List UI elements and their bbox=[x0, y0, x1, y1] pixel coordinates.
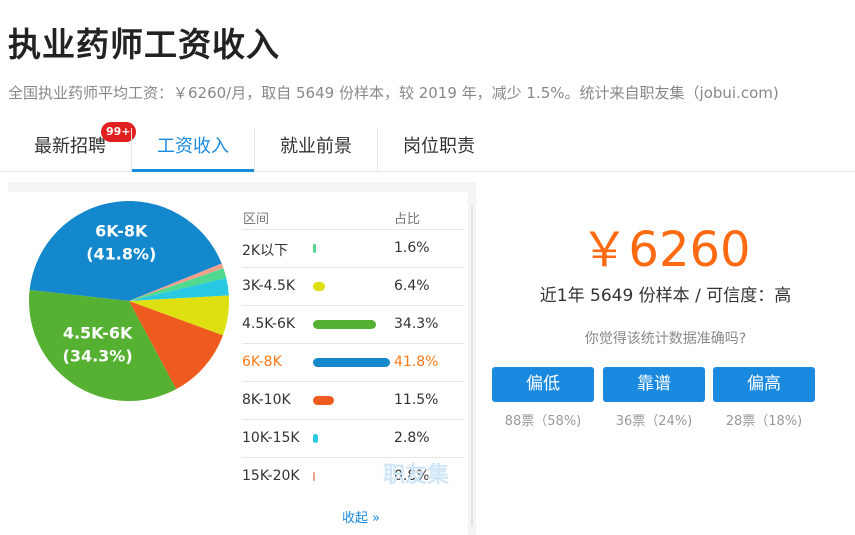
vote-accurate-count: 36票（24%) bbox=[615, 414, 693, 429]
range-bar bbox=[313, 358, 390, 367]
vote-low-button[interactable]: 偏低 bbox=[492, 367, 594, 402]
range-bar bbox=[313, 244, 316, 253]
salary-pie-chart: 6K-8K (41.8%) 4.5K-6K (34.3%) bbox=[28, 201, 230, 402]
vote-accurate-button[interactable]: 靠谱 bbox=[603, 367, 705, 402]
pie-slice-percent: (34.3%) bbox=[63, 346, 133, 365]
range-percent: 11.5% bbox=[394, 392, 439, 408]
table-row: 8K-10K 11.5% bbox=[242, 381, 464, 419]
card-divider bbox=[471, 206, 473, 526]
tab-prospects[interactable]: 就业前景 bbox=[255, 122, 377, 172]
range-bar bbox=[313, 320, 376, 329]
table-row: 10K-15K 2.8% bbox=[242, 419, 464, 457]
vote-high-button[interactable]: 偏高 bbox=[713, 367, 815, 402]
tab-duties[interactable]: 岗位职责 bbox=[378, 122, 500, 172]
pie-slice-label: 6K-8K bbox=[95, 222, 148, 241]
vote-high-count: 28票（18%) bbox=[725, 414, 803, 429]
range-label: 4.5K-6K bbox=[242, 316, 296, 332]
range-label: 6K-8K bbox=[242, 354, 282, 370]
page-subtitle: 全国执业药师平均工资：￥6260/月，取自 5649 份样本，较 2019 年，… bbox=[8, 84, 779, 102]
range-bar bbox=[313, 472, 315, 481]
table-row: 3K-4.5K 6.4% bbox=[242, 267, 464, 305]
range-percent: 6.4% bbox=[394, 278, 430, 294]
range-bar bbox=[313, 396, 334, 405]
range-label: 2K以下 bbox=[242, 243, 289, 259]
tab-label: 就业前景 bbox=[280, 136, 352, 157]
page-title: 执业药师工资收入 bbox=[8, 25, 280, 64]
tab-label: 工资收入 bbox=[157, 136, 229, 157]
range-percent: 34.3% bbox=[394, 316, 439, 332]
range-column-header: 区间 bbox=[243, 212, 270, 227]
pie-slice-label: 4.5K-6K bbox=[63, 323, 133, 342]
tab-salary[interactable]: 工资收入 bbox=[132, 122, 254, 172]
tab-label: 岗位职责 bbox=[403, 136, 475, 157]
range-bar bbox=[313, 434, 318, 443]
range-percent: 2.8% bbox=[394, 430, 430, 446]
table-row: 6K-8K 41.8% bbox=[242, 343, 464, 381]
range-label: 15K-20K bbox=[242, 468, 300, 484]
pie-slice-percent: (41.8%) bbox=[86, 245, 156, 264]
vote-low-count: 88票（58%) bbox=[504, 414, 582, 429]
table-row: 2K以下 1.6% bbox=[242, 229, 464, 267]
sample-info: 近1年 5649 份样本 / 可信度：高 bbox=[539, 286, 792, 306]
collapse-link[interactable]: 收起 » bbox=[342, 507, 380, 526]
average-salary: ￥6260 bbox=[580, 222, 751, 278]
range-label: 3K-4.5K bbox=[242, 278, 296, 294]
range-bar bbox=[313, 282, 325, 291]
tab-label: 最新招聘 bbox=[34, 136, 106, 157]
tab-bar: 最新招聘 99+ 工资收入 就业前景 岗位职责 bbox=[0, 122, 855, 172]
accuracy-question: 你觉得该统计数据准确吗? bbox=[584, 331, 747, 347]
table-row: 4.5K-6K 34.3% bbox=[242, 305, 464, 343]
percent-column-header: 占比 bbox=[394, 212, 421, 227]
range-percent: 1.6% bbox=[394, 240, 430, 256]
range-percent: 41.8% bbox=[394, 354, 439, 370]
range-label: 10K-15K bbox=[242, 430, 300, 446]
range-label: 8K-10K bbox=[242, 392, 291, 408]
watermark-logo: 职友集 bbox=[383, 463, 450, 488]
